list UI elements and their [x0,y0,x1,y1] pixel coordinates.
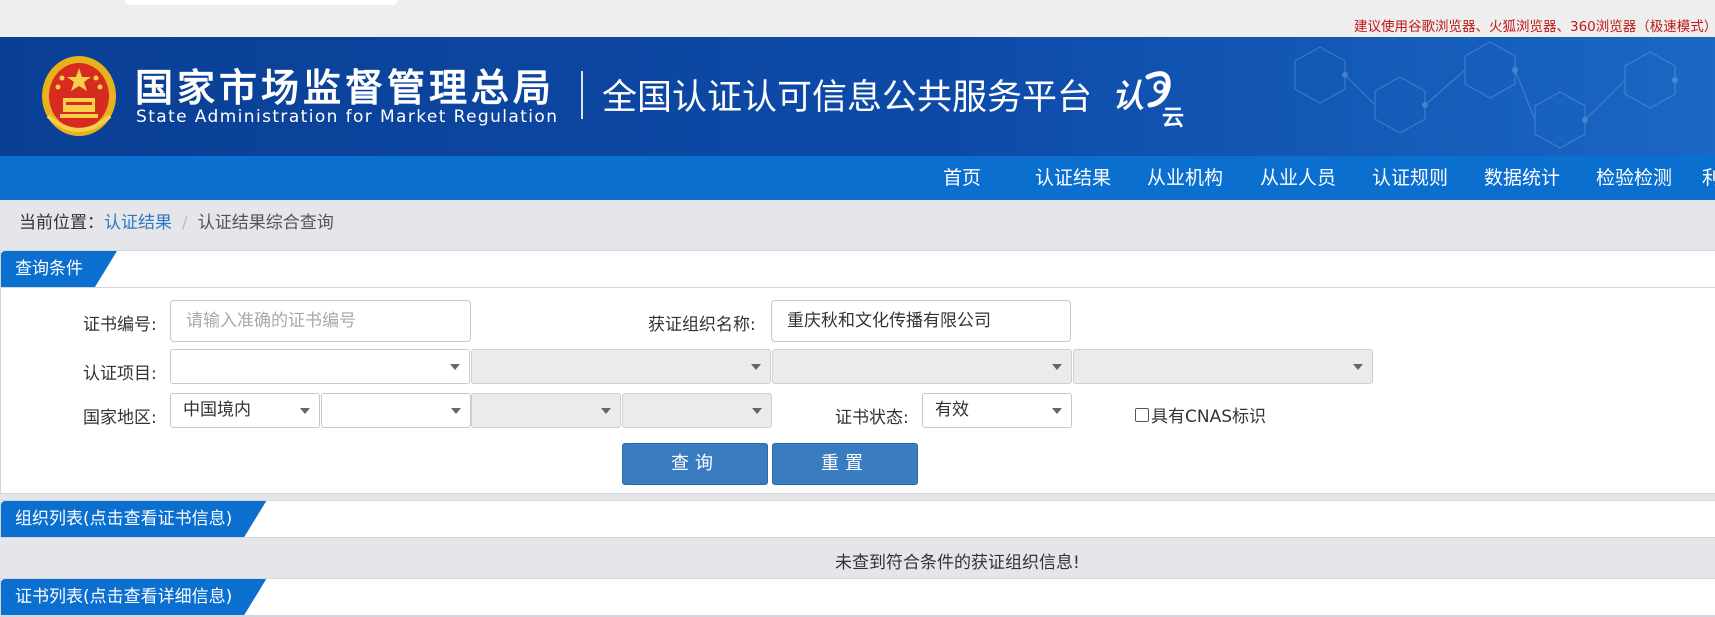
chevron-down-icon [300,408,310,414]
region-select-2[interactable] [321,393,471,428]
project-select-2[interactable] [471,349,771,384]
browser-notice: 建议使用谷歌浏览器、火狐浏览器、360浏览器（极速模式） [1354,19,1715,35]
breadcrumb-link-cert-results[interactable]: 认证结果 [104,213,172,233]
browser-tab-remnant [125,0,397,5]
platform-title: 全国认证认可信息公共服务平台 [602,78,1093,118]
chevron-down-icon [751,364,761,370]
national-emblem-icon [42,56,116,136]
breadcrumb: 当前位置：认证结果 / 认证结果综合查询 [19,208,334,233]
project-select-1[interactable] [170,349,470,384]
chevron-down-icon [601,408,611,414]
nav-item-agencies[interactable]: 从业机构 [1147,156,1223,200]
chevron-down-icon [450,364,460,370]
query-panel-title: 查询条件 [1,251,117,287]
nav-item-cert-results[interactable]: 认证结果 [1035,156,1111,200]
status-select[interactable]: 有效 [922,393,1072,428]
project-select-4[interactable] [1073,349,1373,384]
cert-list-panel: 证书列表(点击查看详细信息) [0,578,1715,617]
hexagon-pattern-icon [1294,41,1678,149]
chevron-down-icon [1052,408,1062,414]
header-divider [581,71,583,119]
org-list-empty-message: 未查到符合条件的获证组织信息! [835,553,1080,573]
status-select-value: 有效 [935,400,969,420]
cert-no-label: 证书编号: [83,315,157,335]
nav-item-personnel[interactable]: 从业人员 [1260,156,1336,200]
query-panel-header: 查询条件 [1,251,1715,288]
cert-list-panel-title: 证书列表(点击查看详细信息) [1,579,266,615]
reset-button[interactable]: 重置 [772,443,918,485]
project-label: 认证项目: [83,364,157,384]
org-list-panel-title: 组织列表(点击查看证书信息) [1,501,266,537]
logo-char-b: 云 [1162,106,1184,129]
chevron-down-icon [1353,364,1363,370]
org-list-empty: 未查到符合条件的获证组织信息! [0,545,1715,575]
chevron-down-icon [1052,364,1062,370]
org-list-panel: 组织列表(点击查看证书信息) [0,500,1715,538]
region-label: 国家地区: [83,408,157,428]
cert-list-panel-header: 证书列表(点击查看详细信息) [1,579,1715,616]
logo-char-a: 认 [1112,77,1144,115]
nav-item-inspection[interactable]: 检验检测 [1596,156,1672,200]
chevron-down-icon [752,408,762,414]
region-select-3[interactable] [471,393,621,428]
cnas-checkbox-label: 具有CNAS标识 [1151,407,1267,427]
nav-item-rules[interactable]: 认证规则 [1372,156,1448,200]
breadcrumb-separator: / [182,213,188,233]
main-nav: 首页 认证结果 从业机构 从业人员 认证规则 数据统计 检验检测 利 [0,156,1715,200]
cnas-checkbox[interactable] [1135,407,1149,422]
org-name-cn: 国家市场监督管理总局 [135,66,556,110]
chevron-down-icon [451,408,461,414]
status-label: 证书状态: [835,408,909,428]
nav-item-more[interactable]: 利 [1702,156,1715,200]
region-select-4[interactable] [622,393,772,428]
nav-item-statistics[interactable]: 数据统计 [1484,156,1560,200]
region-select-1[interactable]: 中国境内 [170,393,320,428]
search-button[interactable]: 查询 [622,443,768,485]
project-select-3[interactable] [772,349,1072,384]
renzheng-cloud-logo-icon: 认 云 [1112,71,1184,129]
nav-item-home[interactable]: 首页 [943,156,981,200]
region-select-value: 中国境内 [183,400,251,420]
cert-no-input[interactable] [170,300,471,342]
top-strip: 建议使用谷歌浏览器、火狐浏览器、360浏览器（极速模式） [0,0,1715,37]
org-name-label: 获证组织名称: [648,315,756,335]
org-name-en: State Administration for Market Regulati… [136,107,559,127]
cnas-checkbox-wrap[interactable]: 具有CNAS标识 [1135,402,1266,427]
org-list-panel-header: 组织列表(点击查看证书信息) [1,501,1715,538]
org-name-input[interactable]: 重庆秋和文化传播有限公司 [771,300,1071,342]
breadcrumb-current: 认证结果综合查询 [197,213,334,233]
header-banner: 国家市场监督管理总局 State Administration for Mark… [0,37,1715,156]
breadcrumb-prefix: 当前位置： [19,213,104,233]
